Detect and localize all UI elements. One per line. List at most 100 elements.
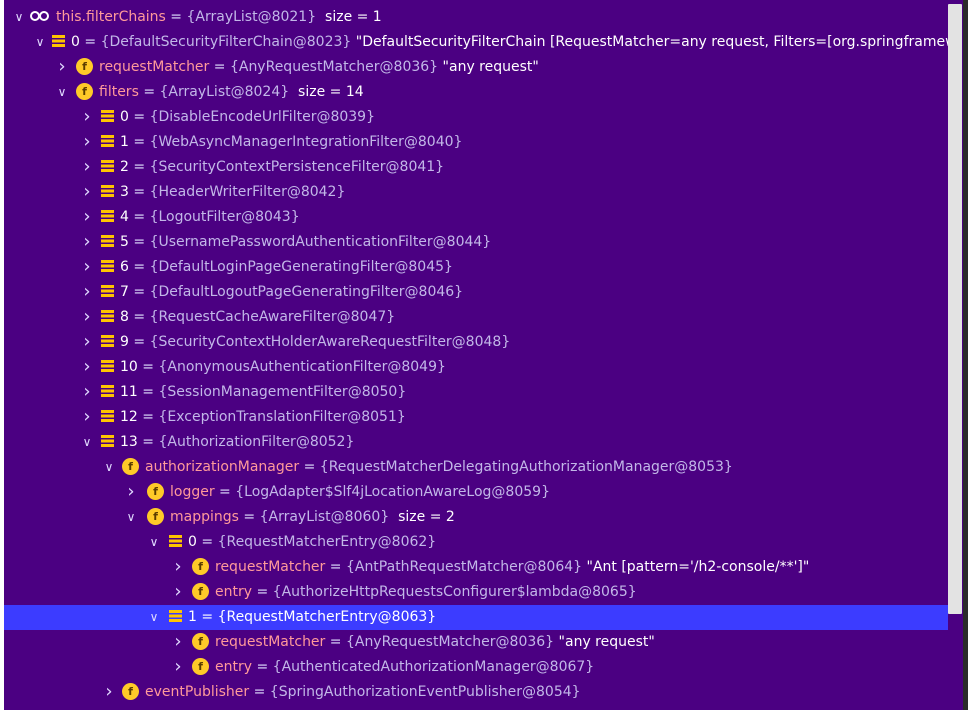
tree-row[interactable]: › 10 = {AnonymousAuthenticationFilter@804… bbox=[4, 355, 948, 380]
object-reference: {RequestMatcherEntry@8063} bbox=[217, 609, 437, 625]
object-reference: {AnonymousAuthenticationFilter@8049} bbox=[158, 359, 446, 375]
chevron-down-icon[interactable]: ∨ bbox=[102, 458, 116, 476]
variable-name: 0 bbox=[71, 34, 80, 50]
tree-row-content: f requestMatcher = {AnyRequestMatcher@803… bbox=[192, 630, 655, 655]
tree-row[interactable]: ∨ 1 = {RequestMatcherEntry@8063} bbox=[4, 605, 948, 630]
variable-name: logger bbox=[170, 484, 215, 500]
tree-row[interactable]: › f logger = {LogAdapter$Slf4jLocationAwar… bbox=[4, 480, 948, 505]
chevron-down-icon[interactable]: ∨ bbox=[80, 433, 94, 451]
variable-name: authorizationManager bbox=[145, 459, 300, 475]
chevron-right-icon[interactable]: › bbox=[80, 408, 94, 426]
tree-row[interactable]: › 6 = {DefaultLoginPageGeneratingFilter@8… bbox=[4, 255, 948, 280]
vertical-scrollbar[interactable] bbox=[948, 4, 962, 614]
object-reference: {ArrayList@8021} bbox=[186, 9, 317, 25]
chevron-right-icon[interactable]: › bbox=[80, 158, 94, 176]
tree-row[interactable]: › 11 = {SessionManagementFilter@8050} bbox=[4, 380, 948, 405]
tree-row[interactable]: ∨ 0 = {RequestMatcherEntry@8062} bbox=[4, 530, 948, 555]
tree-row[interactable]: › f entry = {AuthenticatedAuthorizationMan… bbox=[4, 655, 948, 680]
chevron-right-icon[interactable]: › bbox=[171, 658, 185, 676]
tree-row[interactable]: › 3 = {HeaderWriterFilter@8042} bbox=[4, 180, 948, 205]
tree-row[interactable]: › f eventPublisher = {SpringAuthorizationE… bbox=[4, 680, 948, 705]
tree-row[interactable]: › 9 = {SecurityContextHolderAwareRequestF… bbox=[4, 330, 948, 355]
tree-row-content: 7 = {DefaultLogoutPageGeneratingFilter@8… bbox=[101, 280, 463, 305]
object-reference: {AnyRequestMatcher@8036} bbox=[345, 634, 555, 650]
chevron-down-icon[interactable]: ∨ bbox=[147, 608, 161, 626]
array-element-icon bbox=[101, 160, 114, 172]
tree-row-content: f requestMatcher = {AnyRequestMatcher@803… bbox=[76, 55, 539, 80]
tree-row[interactable]: › 4 = {LogoutFilter@8043} bbox=[4, 205, 948, 230]
object-reference: {SecurityContextPersistenceFilter@8041} bbox=[149, 159, 445, 175]
chevron-right-icon[interactable]: › bbox=[80, 358, 94, 376]
chevron-right-icon[interactable]: › bbox=[80, 133, 94, 151]
variable-name: 9 bbox=[120, 334, 129, 350]
variable-name: 7 bbox=[120, 284, 129, 300]
tree-row[interactable]: › 8 = {RequestCacheAwareFilter@8047} bbox=[4, 305, 948, 330]
tree-row[interactable]: › 0 = {DisableEncodeUrlFilter@8039} bbox=[4, 105, 948, 130]
object-reference: {AuthenticatedAuthorizationManager@8067} bbox=[272, 659, 595, 675]
chevron-right-icon[interactable]: › bbox=[80, 383, 94, 401]
tree-row[interactable]: ∨ this.filterChains = {ArrayList@8021} si… bbox=[4, 5, 948, 30]
chevron-right-icon[interactable]: › bbox=[80, 183, 94, 201]
variable-name: 10 bbox=[120, 359, 138, 375]
tree-row[interactable]: › f requestMatcher = {AnyRequestMatcher@80… bbox=[4, 630, 948, 655]
chevron-down-icon[interactable]: ∨ bbox=[124, 508, 138, 526]
tree-row[interactable]: › f requestMatcher = {AnyRequestMatcher@80… bbox=[4, 55, 948, 80]
tree-row-content: f mappings = {ArrayList@8060} size = 2 bbox=[147, 505, 455, 530]
tree-row-content: 10 = {AnonymousAuthenticationFilter@8049… bbox=[101, 355, 446, 380]
equals-sign: = bbox=[214, 484, 236, 500]
tree-row-content: 11 = {SessionManagementFilter@8050} bbox=[101, 380, 406, 405]
variable-name: requestMatcher bbox=[215, 634, 326, 650]
tree-row[interactable]: ∨ 13 = {AuthorizationFilter@8052} bbox=[4, 430, 948, 455]
tree-row-content: 9 = {SecurityContextHolderAwareRequestFi… bbox=[101, 330, 510, 355]
chevron-right-icon[interactable]: › bbox=[171, 558, 185, 576]
object-reference: {RequestMatcherEntry@8062} bbox=[217, 534, 437, 550]
field-icon: f bbox=[147, 482, 164, 500]
tree-row[interactable]: › 7 = {DefaultLogoutPageGeneratingFilter@… bbox=[4, 280, 948, 305]
object-reference: {AuthorizationFilter@8052} bbox=[158, 434, 355, 450]
object-reference: {DefaultLoginPageGeneratingFilter@8045} bbox=[149, 259, 453, 275]
chevron-right-icon[interactable]: › bbox=[80, 108, 94, 126]
equals-sign: = bbox=[238, 509, 260, 525]
chevron-right-icon[interactable]: › bbox=[80, 283, 94, 301]
equals-sign: = bbox=[137, 409, 159, 425]
chevron-down-icon[interactable]: ∨ bbox=[12, 8, 26, 26]
chevron-right-icon[interactable]: › bbox=[80, 233, 94, 251]
array-element-icon bbox=[101, 210, 114, 222]
object-reference: {DefaultLogoutPageGeneratingFilter@8046} bbox=[149, 284, 464, 300]
object-reference: {SpringAuthorizationEventPublisher@8054} bbox=[269, 684, 581, 700]
tree-row[interactable]: ∨ f filters = {ArrayList@8024} size = 14 bbox=[4, 80, 948, 105]
chevron-right-icon[interactable]: › bbox=[80, 258, 94, 276]
tree-row[interactable]: › 2 = {SecurityContextPersistenceFilter@8… bbox=[4, 155, 948, 180]
tree-row[interactable]: ∨ f mappings = {ArrayList@8060} size = 2 bbox=[4, 505, 948, 530]
chevron-right-icon[interactable]: › bbox=[171, 633, 185, 651]
tree-row[interactable]: ∨ f authorizationManager = {RequestMatcher… bbox=[4, 455, 948, 480]
tree-row[interactable]: ∨ 0 = {DefaultSecurityFilterChain@8023} "… bbox=[4, 30, 948, 55]
tree-row-content: 2 = {SecurityContextPersistenceFilter@80… bbox=[101, 155, 444, 180]
chevron-right-icon[interactable]: › bbox=[80, 333, 94, 351]
tree-row[interactable]: › f entry = {AuthorizeHttpRequestsConfigur… bbox=[4, 580, 948, 605]
tree-row[interactable]: › 5 = {UsernamePasswordAuthenticationFilt… bbox=[4, 230, 948, 255]
equals-sign: = bbox=[138, 84, 160, 100]
tree-row-content: 5 = {UsernamePasswordAuthenticationFilte… bbox=[101, 230, 491, 255]
chevron-right-icon[interactable]: › bbox=[80, 208, 94, 226]
chevron-right-icon[interactable]: › bbox=[80, 308, 94, 326]
variable-name: requestMatcher bbox=[99, 59, 210, 75]
tree-row-content: f requestMatcher = {AntPathRequestMatcher… bbox=[192, 555, 809, 580]
chevron-down-icon[interactable]: ∨ bbox=[55, 83, 69, 101]
tree-row[interactable]: › 12 = {ExceptionTranslationFilter@8051} bbox=[4, 405, 948, 430]
equals-sign: = bbox=[252, 584, 273, 600]
variable-name: 5 bbox=[120, 234, 129, 250]
tree-row[interactable]: › 1 = {WebAsyncManagerIntegrationFilter@8… bbox=[4, 130, 948, 155]
tree-row-content: 8 = {RequestCacheAwareFilter@8047} bbox=[101, 305, 395, 330]
chevron-right-icon[interactable]: › bbox=[102, 683, 116, 701]
object-reference: {DisableEncodeUrlFilter@8039} bbox=[149, 109, 375, 125]
chevron-down-icon[interactable]: ∨ bbox=[147, 533, 161, 551]
chevron-right-icon[interactable]: › bbox=[55, 58, 69, 76]
variable-name: 12 bbox=[120, 409, 138, 425]
object-reference: {LogoutFilter@8043} bbox=[149, 209, 300, 225]
chevron-right-icon[interactable]: › bbox=[171, 583, 185, 601]
equals-sign: = bbox=[249, 684, 270, 700]
tree-row[interactable]: › f requestMatcher = {AntPathRequestMatche… bbox=[4, 555, 948, 580]
chevron-down-icon[interactable]: ∨ bbox=[33, 33, 47, 51]
chevron-right-icon[interactable]: › bbox=[124, 483, 138, 501]
